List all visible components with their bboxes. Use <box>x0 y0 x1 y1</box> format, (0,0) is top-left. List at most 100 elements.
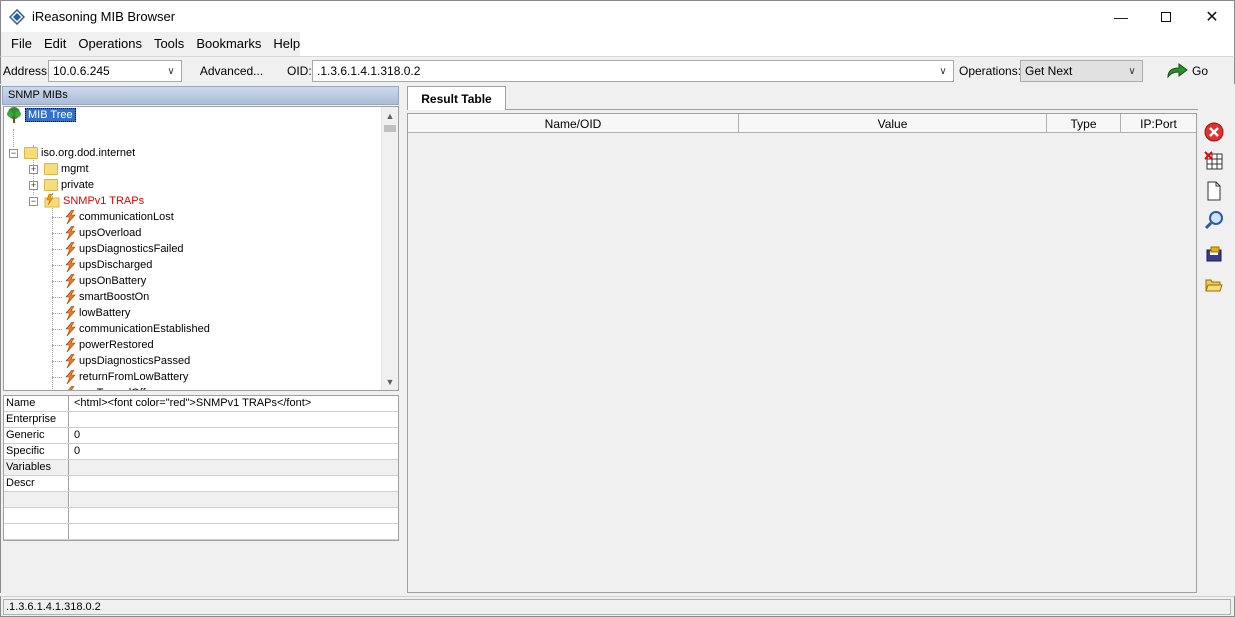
trap-icon <box>65 370 76 384</box>
expand-icon[interactable]: + <box>29 165 38 174</box>
clear-table-button[interactable] <box>1203 150 1225 172</box>
new-document-button[interactable] <box>1203 180 1225 202</box>
delete-button[interactable] <box>1203 121 1225 143</box>
open-button[interactable] <box>1203 274 1225 296</box>
menu-operations[interactable]: Operations <box>72 32 148 56</box>
scroll-up-icon[interactable]: ▲ <box>382 107 398 124</box>
chevron-down-icon[interactable]: ∨ <box>1124 63 1140 79</box>
prop-key: Generic <box>4 428 69 443</box>
tree-node-trap[interactable]: powerRestored <box>64 337 154 353</box>
tree-node-mgmt[interactable]: mgmt <box>44 161 89 177</box>
col-header-ip-port[interactable]: IP:Port <box>1121 114 1196 133</box>
status-bar: .1.3.6.1.4.1.318.0.2 <box>0 596 1235 617</box>
tab-result-table[interactable]: Result Table <box>407 86 506 110</box>
delete-icon <box>1204 122 1224 142</box>
tab-divider <box>506 109 1198 110</box>
prop-row-specific: Specific 0 <box>4 444 398 460</box>
maximize-button[interactable] <box>1143 1 1189 32</box>
tree-label-trap[interactable]: upsDiagnosticsFailed <box>79 243 184 255</box>
trap-icon <box>65 258 76 272</box>
minimize-button[interactable]: — <box>1098 1 1144 32</box>
address-combo[interactable]: 10.0.6.245 ∨ <box>48 60 182 82</box>
tree-label-internet[interactable]: iso.org.dod.internet <box>41 147 135 159</box>
go-button[interactable]: Go <box>1166 60 1211 82</box>
oid-value: .1.3.6.1.4.1.318.0.2 <box>317 64 421 78</box>
tree-node-trap[interactable]: upsOnBattery <box>64 273 146 289</box>
tree-label-trap[interactable]: powerRestored <box>79 339 154 351</box>
tree-node-trap[interactable]: lowBattery <box>64 305 130 321</box>
prop-row-variables: Variables <box>4 460 398 476</box>
prop-key: Name <box>4 396 69 411</box>
tree-node-internet[interactable]: iso.org.dod.internet <box>24 145 135 161</box>
left-panel: SNMP MIBs MIB Tree − iso.org.dod.interne… <box>0 85 401 593</box>
tree-label-trap[interactable]: upsDiagnosticsPassed <box>79 355 190 367</box>
menu-bookmarks[interactable]: Bookmarks <box>190 32 267 56</box>
tree-node-trap[interactable]: returnFromLowBattery <box>64 369 188 385</box>
close-button[interactable]: ✕ <box>1189 1 1235 32</box>
prop-row-enterprise: Enterprise <box>4 412 398 428</box>
tree-node-root[interactable]: MIB Tree <box>6 107 76 123</box>
tree-node-trap[interactable]: communicationEstablished <box>64 321 210 337</box>
trap-icon <box>65 274 76 288</box>
panel-splitter[interactable] <box>401 85 406 593</box>
folder-icon <box>44 163 58 175</box>
address-label: Address: <box>3 64 51 78</box>
tree-label-trap[interactable]: returnFromLowBattery <box>79 371 188 383</box>
operations-select[interactable]: Get Next ∨ <box>1020 60 1143 82</box>
chevron-down-icon[interactable]: ∨ <box>935 63 951 79</box>
maximize-icon <box>1161 11 1171 22</box>
advanced-button[interactable]: Advanced... <box>189 60 274 82</box>
tree-node-trap[interactable]: upsDischarged <box>64 257 152 273</box>
tree-node-trap[interactable]: smartBoostOn <box>64 289 149 305</box>
menu-edit[interactable]: Edit <box>38 32 72 56</box>
tree-line <box>52 313 62 314</box>
prop-value: 0 <box>74 445 81 457</box>
properties-filler <box>3 541 399 593</box>
tree-label-trap[interactable]: smartBoostOn <box>79 291 149 303</box>
oid-combo[interactable]: .1.3.6.1.4.1.318.0.2 ∨ <box>312 60 954 82</box>
menu-tools[interactable]: Tools <box>148 32 190 56</box>
app-icon <box>9 9 25 25</box>
tree-label-mgmt[interactable]: mgmt <box>61 163 89 175</box>
prop-row-descr: Descr <box>4 476 398 492</box>
tree-label-trap[interactable]: communicationLost <box>79 211 174 223</box>
tree-label-trap[interactable]: upsTurnedOff <box>79 387 146 390</box>
tree-node-trap[interactable]: upsOverload <box>64 225 141 241</box>
chevron-down-icon[interactable]: ∨ <box>163 63 179 79</box>
tree-label-trap[interactable]: upsOnBattery <box>79 275 146 287</box>
tree-label-trap[interactable]: lowBattery <box>79 307 130 319</box>
expand-icon[interactable]: + <box>29 181 38 190</box>
tree-label-trap[interactable]: communicationEstablished <box>79 323 210 335</box>
save-button[interactable] <box>1203 243 1225 265</box>
mib-tree[interactable]: MIB Tree − iso.org.dod.internet + mgmt +… <box>3 106 399 391</box>
trap-icon <box>65 306 76 320</box>
col-header-value[interactable]: Value <box>739 114 1047 133</box>
tree-scrollbar[interactable]: ▲ ▼ <box>381 107 398 390</box>
tree-label-root[interactable]: MIB Tree <box>25 108 76 122</box>
col-header-type[interactable]: Type <box>1047 114 1121 133</box>
scroll-down-icon[interactable]: ▼ <box>382 373 398 390</box>
folder-icon <box>24 147 38 159</box>
tree-node-trap[interactable]: upsTurnedOff <box>64 385 146 390</box>
tree-line <box>52 297 62 298</box>
folder-icon <box>44 179 58 191</box>
tree-node-trap[interactable]: upsDiagnosticsPassed <box>64 353 190 369</box>
find-button[interactable] <box>1203 209 1225 231</box>
title-bar: iReasoning MIB Browser — ✕ <box>0 0 1235 32</box>
tree-label-trap[interactable]: upsDischarged <box>79 259 152 271</box>
tree-label-trap[interactable]: upsOverload <box>79 227 141 239</box>
result-table[interactable]: Name/OID Value Type IP:Port <box>407 113 1197 593</box>
tree-label-private[interactable]: private <box>61 179 94 191</box>
tree-node-trap[interactable]: communicationLost <box>64 209 174 225</box>
col-header-name-oid[interactable]: Name/OID <box>408 114 739 133</box>
tree-line <box>52 345 62 346</box>
collapse-icon[interactable]: − <box>9 149 18 158</box>
tree-node-private[interactable]: private <box>44 177 94 193</box>
scroll-thumb[interactable] <box>384 125 396 132</box>
trap-icon <box>65 338 76 352</box>
menu-file[interactable]: File <box>5 32 38 56</box>
collapse-icon[interactable]: − <box>29 197 38 206</box>
tree-label-traps[interactable]: SNMPv1 TRAPs <box>63 195 144 207</box>
tree-node-trap[interactable]: upsDiagnosticsFailed <box>64 241 184 257</box>
tree-node-traps[interactable]: SNMPv1 TRAPs <box>44 193 144 209</box>
